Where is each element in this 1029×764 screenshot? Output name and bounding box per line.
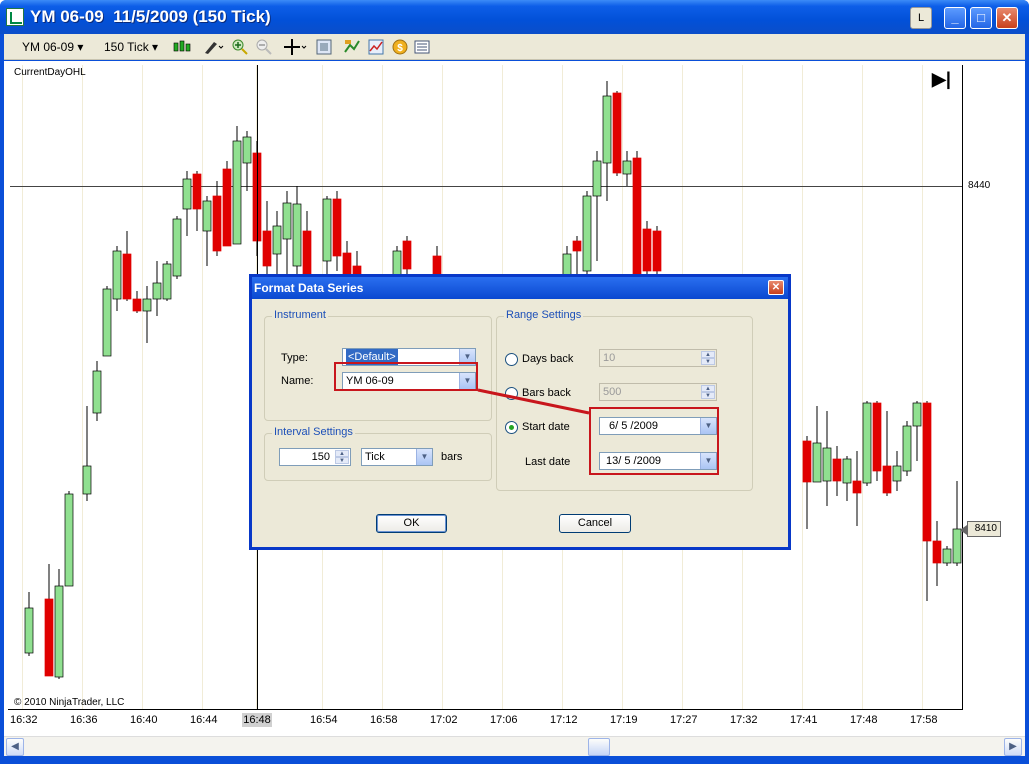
annotation-connector <box>477 388 590 415</box>
connector-line <box>477 388 590 415</box>
